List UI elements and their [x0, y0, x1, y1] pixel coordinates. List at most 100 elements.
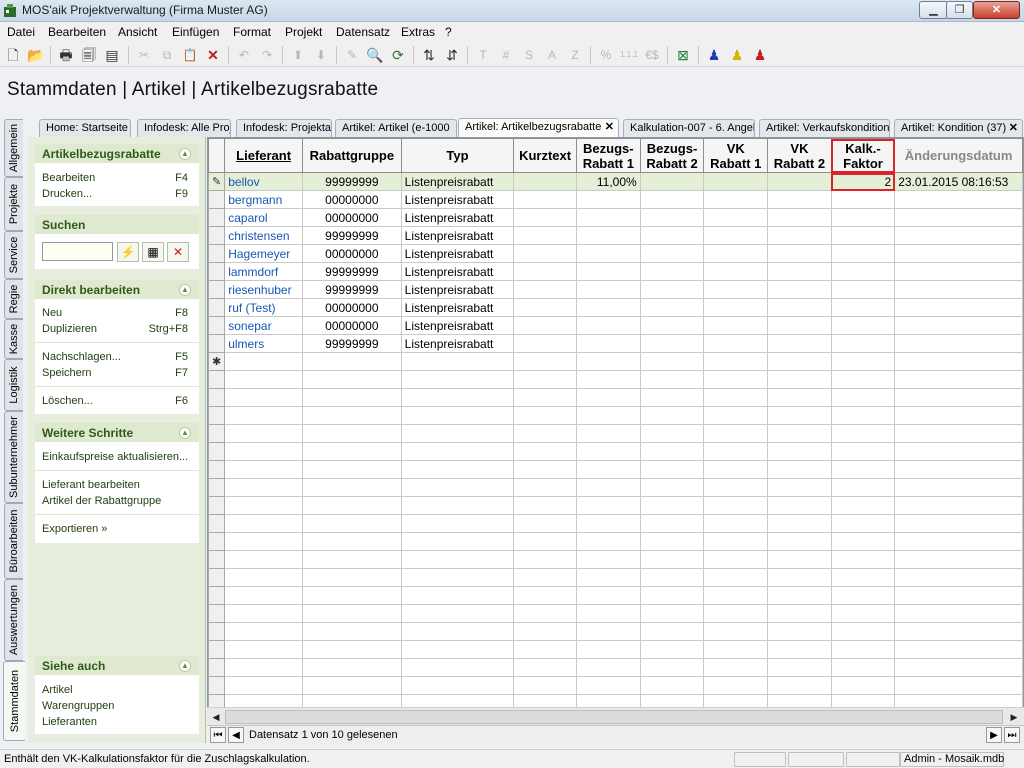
row-selector[interactable] — [208, 388, 226, 407]
cell-bezugs-rabatt-2[interactable] — [639, 478, 705, 497]
cell-kalk-faktor[interactable] — [830, 226, 896, 245]
cell-kurztext[interactable] — [513, 262, 577, 281]
cell-kurztext[interactable] — [513, 280, 577, 299]
link-lieferanten[interactable]: Lieferanten — [42, 716, 97, 728]
vtab-auswertungen[interactable]: Auswertungen — [4, 579, 23, 661]
cell-vk-rabatt-2[interactable] — [767, 172, 832, 191]
cell-kurztext[interactable] — [513, 316, 577, 335]
cell-bezugs-rabatt-1[interactable] — [575, 442, 641, 461]
group-header[interactable]: Siehe auch ▲ — [35, 656, 199, 676]
cell-vk-rabatt-2[interactable] — [767, 604, 832, 623]
cell-vk-rabatt-2[interactable] — [767, 478, 832, 497]
excel-export-icon[interactable]: ⊠ — [673, 45, 693, 65]
cell-kurztext[interactable] — [513, 532, 577, 551]
cell-vk-rabatt-1[interactable] — [703, 442, 769, 461]
cut-icon[interactable]: ✂ — [134, 45, 154, 65]
group-header[interactable]: Artikelbezugsrabatte ▲ — [35, 144, 199, 164]
cell-bezugs-rabatt-1[interactable] — [575, 280, 641, 299]
cell-lieferant[interactable] — [224, 568, 304, 587]
cell-rabattgruppe[interactable] — [302, 514, 402, 533]
search-run-icon[interactable]: ⚡ — [117, 242, 139, 262]
row-selector[interactable] — [208, 622, 226, 641]
cell-lieferant[interactable] — [224, 658, 304, 677]
number-icon[interactable]: # — [496, 45, 516, 65]
cell-lieferant[interactable] — [224, 640, 304, 659]
table-row[interactable] — [208, 460, 1023, 479]
cell-kalk-faktor[interactable] — [830, 262, 896, 281]
refresh-icon[interactable]: ⟳ — [388, 45, 408, 65]
cell-kalk-faktor[interactable] — [830, 190, 896, 209]
tab-artikelbezugsrabatte[interactable]: Artikel: Artikelbezugsrabatte ✕ — [458, 118, 619, 137]
cell-bezugs-rabatt-2[interactable] — [639, 190, 705, 209]
row-selector[interactable] — [208, 406, 226, 425]
cell-aenderungsdatum[interactable] — [894, 244, 1023, 263]
cell-bezugs-rabatt-2[interactable] — [639, 496, 705, 515]
cell-rabattgruppe[interactable] — [302, 352, 402, 371]
cell-kurztext[interactable] — [513, 244, 577, 263]
cell-bezugs-rabatt-2[interactable] — [639, 334, 705, 353]
cell-lieferant[interactable]: ruf (Test) — [224, 298, 304, 317]
cell-aenderungsdatum[interactable] — [894, 388, 1023, 407]
cell-lieferant[interactable] — [224, 622, 304, 641]
redo-icon[interactable]: ↷ — [257, 45, 277, 65]
vtab-allgemein[interactable]: Allgemein — [4, 119, 23, 177]
cell-bezugs-rabatt-1[interactable] — [575, 208, 641, 227]
row-selector[interactable] — [208, 478, 226, 497]
cell-lieferant[interactable] — [224, 478, 304, 497]
cell-kurztext[interactable] — [513, 334, 577, 353]
cell-kurztext[interactable] — [513, 640, 577, 659]
cell-aenderungsdatum[interactable] — [894, 676, 1023, 695]
cell-kurztext[interactable] — [513, 352, 577, 371]
cell-vk-rabatt-1[interactable] — [703, 208, 769, 227]
collapse-icon[interactable]: ▲ — [179, 284, 191, 296]
cell-bezugs-rabatt-1[interactable] — [575, 640, 641, 659]
row-selector[interactable] — [208, 298, 226, 317]
link-artikel[interactable]: Artikel — [42, 684, 73, 696]
cell-aenderungsdatum[interactable] — [894, 658, 1023, 677]
cell-kurztext[interactable] — [513, 406, 577, 425]
paste-icon[interactable]: 📋 — [180, 45, 200, 65]
cell-lieferant[interactable]: caparol — [224, 208, 304, 227]
cell-rabattgruppe[interactable] — [302, 370, 402, 389]
new-document-icon[interactable]: 🗋 — [3, 45, 23, 65]
cell-kurztext[interactable] — [513, 550, 577, 569]
next-record-button[interactable]: ▶ — [986, 727, 1002, 743]
numbering-icon[interactable]: 1.1.1 — [619, 45, 639, 65]
cell-vk-rabatt-1[interactable] — [703, 262, 769, 281]
table-row[interactable] — [208, 442, 1023, 461]
cell-lieferant[interactable] — [224, 442, 304, 461]
column-header-rabattgruppe[interactable]: Rabattgruppe — [302, 138, 402, 173]
cell-kurztext[interactable] — [513, 298, 577, 317]
scroll-thumb[interactable] — [225, 710, 1003, 724]
cell-typ[interactable] — [400, 640, 515, 659]
search-input[interactable] — [42, 242, 113, 261]
cell-bezugs-rabatt-2[interactable] — [639, 604, 705, 623]
cell-typ[interactable] — [400, 496, 515, 515]
action-einkaufspreise-aktualisieren[interactable]: Einkaufspreise aktualisieren... — [42, 451, 188, 463]
column-header-bezugs-rabatt-2[interactable]: Bezugs- Rabatt 2 — [639, 138, 705, 173]
cell-kurztext[interactable] — [513, 568, 577, 587]
cell-kalk-faktor[interactable] — [830, 532, 896, 551]
cell-kurztext[interactable] — [513, 388, 577, 407]
search-icon[interactable]: 🔍 — [365, 45, 385, 65]
cell-bezugs-rabatt-1[interactable] — [575, 424, 641, 443]
cell-kalk-faktor[interactable] — [830, 496, 896, 515]
cell-bezugs-rabatt-2[interactable] — [639, 280, 705, 299]
cell-kurztext[interactable] — [513, 424, 577, 443]
cell-bezugs-rabatt-1[interactable] — [575, 604, 641, 623]
table-row[interactable]: ✎ bellov 99999999 Listenpreisrabatt 11,00% 2 2… — [208, 172, 1023, 191]
row-selector[interactable] — [208, 370, 226, 389]
action-loeschen[interactable]: Löschen... — [42, 395, 93, 407]
cell-kalk-faktor[interactable] — [830, 676, 896, 695]
cell-bezugs-rabatt-1[interactable] — [575, 568, 641, 587]
cell-kalk-faktor[interactable] — [830, 244, 896, 263]
cell-rabattgruppe[interactable]: 00000000 — [302, 316, 402, 335]
cell-vk-rabatt-2[interactable] — [767, 424, 832, 443]
cell-bezugs-rabatt-2[interactable] — [639, 424, 705, 443]
cell-vk-rabatt-2[interactable] — [767, 640, 832, 659]
row-selector[interactable] — [208, 550, 226, 569]
row-selector[interactable] — [208, 226, 226, 245]
cell-vk-rabatt-2[interactable] — [767, 586, 832, 605]
table-row[interactable] — [208, 586, 1023, 605]
cell-kalk-faktor[interactable] — [830, 352, 896, 371]
